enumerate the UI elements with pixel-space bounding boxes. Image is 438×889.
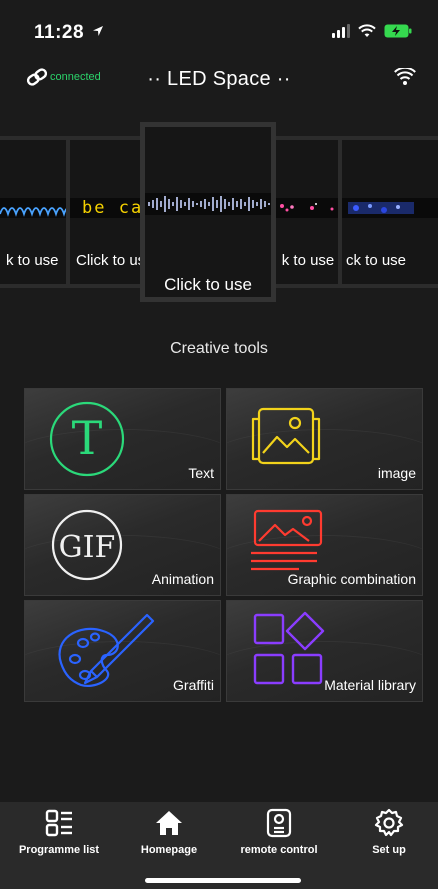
tab-set-up[interactable]: Set up xyxy=(334,808,438,856)
tab-programme-list[interactable]: Programme list xyxy=(4,808,114,856)
carousel-card[interactable]: k to use xyxy=(0,136,74,288)
card-caption: Click to use xyxy=(76,252,148,269)
card-caption: ck to use xyxy=(346,252,407,269)
app-header: connected ·· LED Space ·· xyxy=(0,62,438,102)
bottom-tab-bar: Programme list Homepage remote control S… xyxy=(0,802,438,889)
cellular-signal-icon xyxy=(332,24,350,38)
svg-text:T: T xyxy=(72,411,103,465)
tool-label: Graphic combination xyxy=(287,571,416,587)
tab-homepage[interactable]: Homepage xyxy=(114,808,224,856)
led-preview-strip xyxy=(0,198,70,218)
card-caption: k to use xyxy=(6,252,59,269)
carousel-card[interactable]: k to use xyxy=(268,136,348,288)
list-icon xyxy=(45,809,72,837)
led-preview-strip: be ca xyxy=(70,198,148,218)
tab-label: Set up xyxy=(372,844,406,856)
tab-label: Homepage xyxy=(140,844,198,856)
led-preview-strip xyxy=(342,198,438,218)
led-preview-strip xyxy=(145,193,271,215)
tool-graphic-combination[interactable]: Graphic combination xyxy=(226,494,423,596)
gif-text: GIF xyxy=(59,530,116,565)
tool-label: Animation xyxy=(151,571,214,587)
card-caption: Click to use xyxy=(164,275,252,294)
battery-charging-icon xyxy=(384,24,412,38)
tool-label: Graffiti xyxy=(173,677,214,693)
image-icon xyxy=(251,407,321,465)
status-bar: 11:28 xyxy=(0,0,438,60)
tab-remote-control[interactable]: remote control xyxy=(224,808,334,856)
tool-text[interactable]: T Text xyxy=(24,388,221,490)
tab-label: remote control xyxy=(240,844,318,856)
wifi-status-icon xyxy=(358,24,376,37)
carousel-card[interactable]: ck to use xyxy=(338,136,438,288)
home-indicator[interactable] xyxy=(145,878,301,883)
gear-icon xyxy=(374,808,404,837)
material-shapes-icon xyxy=(253,611,325,685)
tool-label: Material library xyxy=(324,677,416,693)
tool-animation[interactable]: GIF Animation xyxy=(24,494,221,596)
tool-label: image xyxy=(377,465,416,481)
app-title: ·· LED Space ·· xyxy=(147,68,291,90)
wifi-button[interactable] xyxy=(394,66,416,91)
gif-icon: GIF xyxy=(51,509,123,581)
led-marquee-text: be ca xyxy=(82,198,144,218)
wifi-icon xyxy=(394,66,416,85)
programme-carousel: k to use k to use ck to use be ca Click … xyxy=(0,120,438,310)
status-time-text: 11:28 xyxy=(34,22,85,43)
carousel-card-selected[interactable]: Click to use xyxy=(140,122,276,302)
location-arrow-icon xyxy=(92,26,103,36)
app-screen: 11:28 connected ·· LED Space ·· k to use… xyxy=(0,0,438,889)
remote-icon xyxy=(266,808,292,838)
tool-material-library[interactable]: Material library xyxy=(226,600,423,702)
tool-label: Text xyxy=(188,465,214,481)
graphic-combination-icon xyxy=(251,509,323,571)
status-time: 11:28 xyxy=(34,22,104,44)
tab-label: Programme list xyxy=(18,844,100,856)
tool-graffiti[interactable]: Graffiti xyxy=(24,600,221,702)
creative-tools-grid: T Text image GIF Animation Graphic combi… xyxy=(24,388,424,702)
tool-image[interactable]: image xyxy=(226,388,423,490)
creative-tools-title: Creative tools xyxy=(170,340,268,357)
status-indicators xyxy=(332,24,412,38)
home-icon xyxy=(156,811,182,835)
card-caption: k to use xyxy=(281,252,335,269)
text-t-icon: T xyxy=(49,401,125,477)
led-preview-strip xyxy=(272,198,344,218)
palette-icon xyxy=(58,613,155,687)
